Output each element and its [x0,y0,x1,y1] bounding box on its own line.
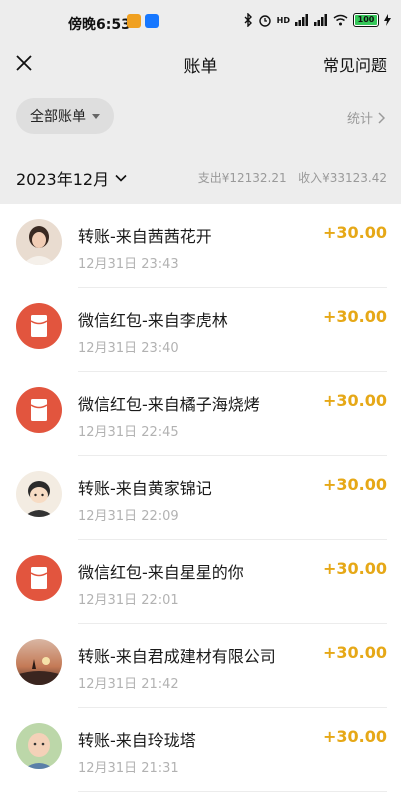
list-item[interactable]: 转账-来自玲珑塔 12月31日 21:31 +30.00 [0,708,401,792]
alarm-icon [258,15,271,27]
transaction-list: 转账-来自茜茜花开 12月31日 23:43 +30.00 微信红包-来自李虎林… [0,204,401,792]
transaction-time: 12月31日 22:09 [78,509,179,524]
month-summary: 支出¥12132.21 收入¥33123.42 [198,169,387,186]
transaction-title: 微信红包-来自橘子海烧烤 [78,395,260,414]
stats-label: 统计 [346,112,373,127]
charging-icon [384,14,391,26]
stats-button[interactable]: 统计 [347,108,385,127]
transaction-amount: +30.00 [322,391,387,410]
avatar [16,639,62,685]
battery-icon: 100 [353,13,379,27]
transaction-title: 转账-来自黄家锦记 [78,479,212,498]
expense-total: 支出¥12132.21 [197,171,287,185]
transaction-amount: +30.00 [322,643,387,662]
battery-level: 100 [357,15,375,24]
transaction-amount: +30.00 [322,307,387,326]
list-item[interactable]: 微信红包-来自星星的你 12月31日 22:01 +30.00 [0,540,401,624]
transaction-amount: +30.00 [322,223,387,242]
transaction-time: 12月31日 23:40 [78,341,179,356]
red-packet-icon [16,303,62,349]
month-bar: 2023年12月 支出¥12132.21 收入¥33123.42 [0,148,401,204]
transaction-title: 转账-来自君成建材有限公司 [78,647,276,666]
red-packet-icon [16,555,62,601]
all-bills-label: 全部账单 [30,109,86,125]
list-item[interactable]: 转账-来自黄家锦记 12月31日 22:09 +30.00 [0,456,401,540]
transaction-title: 转账-来自茜茜花开 [78,227,212,246]
chevron-right-icon [378,111,385,124]
avatar [16,471,62,517]
filter-bar: 全部账单 统计 [0,84,401,148]
status-bar: 傍晚6:53 HD 100 [0,0,401,44]
caret-down-icon [92,113,100,119]
signal-icon-2 [314,14,327,26]
list-item[interactable]: 转账-来自茜茜花开 12月31日 23:43 +30.00 [0,204,401,288]
nav-bar: 账单 常见问题 [0,44,401,84]
transaction-amount: +30.00 [322,727,387,746]
transaction-amount: +30.00 [322,475,387,494]
transaction-amount: +30.00 [322,559,387,578]
chevron-down-icon [115,174,127,182]
transaction-time: 12月31日 23:43 [78,257,179,272]
list-item[interactable]: 微信红包-来自李虎林 12月31日 23:40 +30.00 [0,288,401,372]
month-label: 2023年12月 [16,170,110,189]
wifi-icon [333,14,348,26]
network-label: HD [276,15,290,25]
red-packet-icon [16,387,62,433]
list-item[interactable]: 微信红包-来自橘子海烧烤 12月31日 22:45 +30.00 [0,372,401,456]
status-time: 傍晚6:53 [68,17,131,33]
income-total: 收入¥33123.42 [298,171,387,185]
signal-icon [295,14,308,26]
divider [78,791,387,792]
month-selector[interactable]: 2023年12月 [16,166,127,190]
transaction-title: 转账-来自玲珑塔 [78,731,196,750]
notification-app-icon [127,14,141,28]
transaction-time: 12月31日 22:45 [78,425,179,440]
list-item[interactable]: 转账-来自君成建材有限公司 12月31日 21:42 +30.00 [0,624,401,708]
avatar [16,219,62,265]
close-icon[interactable] [14,53,34,73]
status-indicators: HD 100 [244,13,391,27]
transaction-time: 12月31日 21:31 [78,761,179,776]
transaction-time: 12月31日 22:01 [78,593,179,608]
transaction-time: 12月31日 21:42 [78,677,179,692]
all-bills-filter[interactable]: 全部账单 [16,98,114,134]
transaction-title: 微信红包-来自李虎林 [78,311,228,330]
faq-button[interactable]: 常见问题 [323,52,387,76]
alipay-icon [145,14,159,28]
bluetooth-icon [244,13,252,27]
avatar [16,723,62,769]
transaction-title: 微信红包-来自星星的你 [78,563,244,582]
